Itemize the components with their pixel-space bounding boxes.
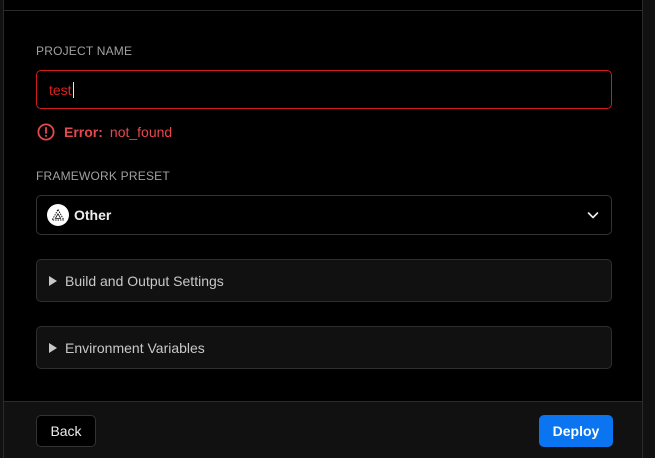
- screen: PROJECT NAME test Error: not_found FRAME…: [0, 0, 655, 458]
- chevron-down-icon: [587, 212, 599, 219]
- error-icon: [37, 123, 55, 141]
- project-name-input[interactable]: test: [36, 70, 612, 109]
- error-text: not_found: [109, 124, 173, 140]
- environment-variables-toggle[interactable]: Environment Variables: [36, 326, 612, 369]
- project-name-value: test: [49, 81, 72, 98]
- framework-preset-select[interactable]: Other: [36, 195, 612, 235]
- back-button[interactable]: Back: [36, 415, 96, 447]
- build-output-settings-toggle[interactable]: Build and Output Settings: [36, 259, 612, 302]
- footer-bar: Back Deploy: [4, 401, 642, 458]
- caret-right-icon: [49, 342, 57, 353]
- text-caret: [72, 81, 74, 98]
- error-prefix: Error:: [64, 124, 103, 140]
- framework-preset-value: Other: [74, 207, 112, 223]
- build-output-settings-label: Build and Output Settings: [65, 272, 224, 289]
- top-divider: [4, 10, 642, 11]
- triangle-logo-icon: [47, 204, 69, 226]
- deploy-button[interactable]: Deploy: [539, 415, 613, 447]
- caret-right-icon: [49, 275, 57, 286]
- error-message: Error: not_found: [37, 122, 172, 142]
- project-config-panel: PROJECT NAME test Error: not_found FRAME…: [3, 0, 643, 458]
- environment-variables-label: Environment Variables: [65, 339, 205, 356]
- project-name-label: PROJECT NAME: [36, 44, 133, 58]
- framework-preset-label: FRAMEWORK PRESET: [36, 169, 170, 183]
